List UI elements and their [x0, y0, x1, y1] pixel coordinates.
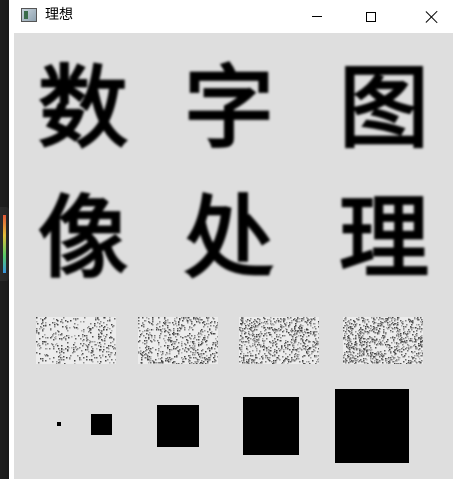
square-2 — [91, 414, 112, 435]
square-4 — [243, 397, 299, 455]
side-indicator — [0, 207, 9, 281]
app-window: 理想 数 字 图 像 处 理 — [9, 0, 463, 479]
char-tu: 图 — [339, 56, 429, 161]
image-canvas: 数 字 图 像 处 理 — [14, 33, 453, 479]
noise-speckle — [36, 317, 117, 365]
char-zi: 字 — [184, 56, 274, 161]
close-icon — [425, 10, 439, 24]
square-3 — [157, 405, 199, 447]
noise-speckle — [343, 317, 424, 365]
square-5 — [335, 389, 409, 463]
title-bar[interactable]: 理想 — [9, 0, 463, 33]
close-button[interactable] — [409, 0, 455, 33]
noise-patch — [36, 317, 117, 365]
noise-patch — [239, 317, 320, 365]
window-title: 理想 — [45, 7, 73, 23]
app-icon — [21, 8, 37, 22]
maximize-icon — [366, 11, 376, 22]
minimize-icon — [312, 16, 322, 17]
indicator-bar — [3, 215, 6, 273]
char-xiang: 像 — [38, 186, 128, 291]
noise-patch — [343, 317, 424, 365]
minimize-button[interactable] — [294, 0, 340, 33]
maximize-button[interactable] — [348, 0, 394, 33]
square-1 — [57, 422, 61, 426]
char-shu: 数 — [38, 56, 128, 161]
noise-speckle — [239, 317, 320, 365]
char-chu: 处 — [184, 186, 274, 291]
noise-patch — [138, 317, 219, 365]
char-li: 理 — [339, 186, 429, 291]
noise-speckle — [138, 317, 219, 365]
